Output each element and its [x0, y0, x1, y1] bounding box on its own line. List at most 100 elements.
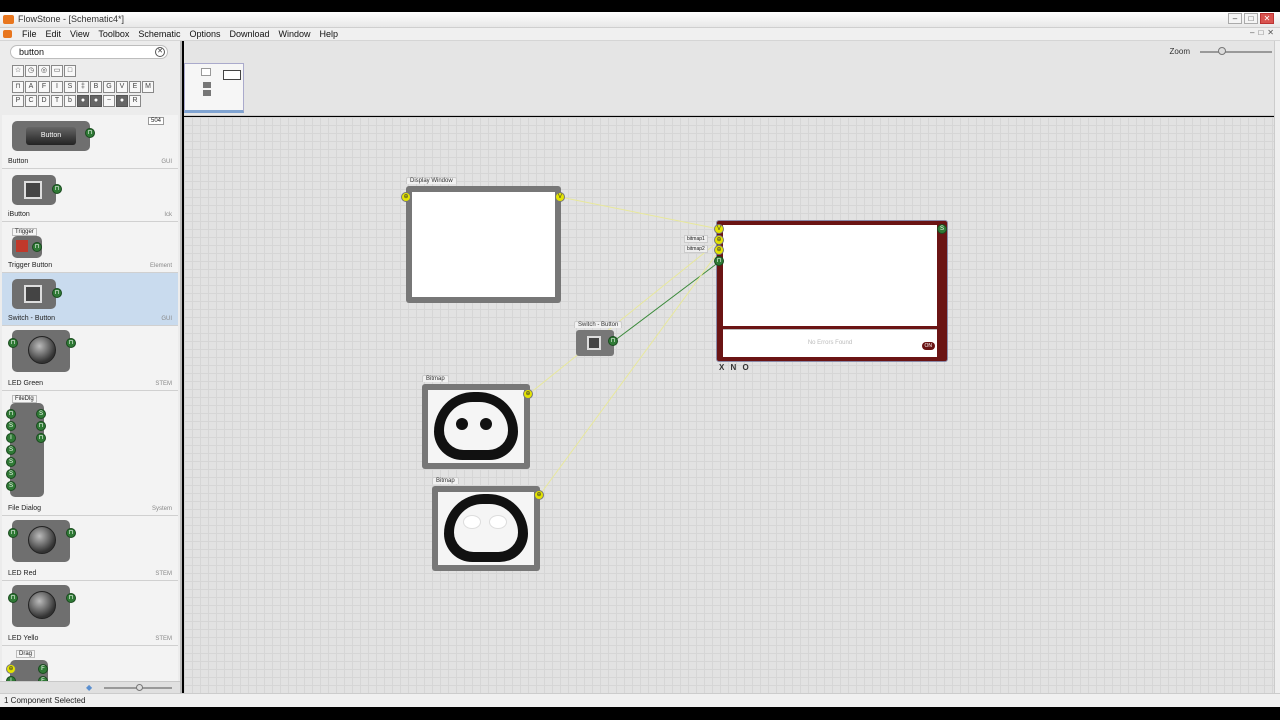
ruby-footer-controls[interactable]: X N O: [719, 363, 751, 372]
filter-r-icon[interactable]: R: [129, 95, 141, 107]
display-window-module[interactable]: [406, 186, 561, 303]
bitmap-1-output-pin-icon[interactable]: ⊕: [523, 389, 533, 399]
module-icon[interactable]: ◎: [38, 65, 50, 77]
component-led-yellow[interactable]: ⊓ ⊓ LED Yello STEM: [2, 581, 178, 646]
component-ibutton[interactable]: ⊓ iButton Ick: [2, 169, 178, 222]
led-knob-icon: [28, 526, 56, 554]
component-name: LED Yello: [8, 635, 39, 642]
clear-search-icon[interactable]: ✕: [155, 47, 165, 57]
component-button[interactable]: 504 Button ⊓ Button GUI: [2, 115, 178, 169]
ruby-bitmap2-pin-icon[interactable]: ⊕: [714, 245, 724, 255]
led-red-preview: [12, 520, 70, 562]
ruby-trigger-pin-icon[interactable]: ⊓: [714, 256, 724, 266]
bitmap-2-module[interactable]: [432, 486, 540, 571]
display-input-pin-icon[interactable]: ⊕: [401, 192, 411, 202]
maximize-button[interactable]: □: [1244, 13, 1258, 24]
filter-t-icon[interactable]: T: [51, 95, 63, 107]
filter-dot3-icon[interactable]: ●: [116, 95, 128, 107]
component-category: STEM: [155, 381, 172, 387]
filter-trigger-icon[interactable]: ⊓: [12, 81, 24, 93]
bitmap-2-output-pin-icon[interactable]: ⊕: [534, 490, 544, 500]
ruby-on-button[interactable]: ON: [921, 342, 935, 350]
favorites-icon[interactable]: ☆: [12, 65, 24, 77]
filter-gui-icon[interactable]: G: [103, 81, 115, 93]
led-yellow-preview: [12, 585, 70, 627]
component-trigger-button[interactable]: Trigger ⊓ Trigger Button Element: [2, 222, 178, 273]
component-led-red[interactable]: ⊓ ⊓ LED Red STEM: [2, 516, 178, 581]
close-button[interactable]: ✕: [1260, 13, 1274, 24]
bitmap-2-label: Bitmap: [432, 477, 459, 484]
zoom-thumb[interactable]: [1218, 47, 1226, 55]
filter-i-icon[interactable]: I: [51, 81, 63, 93]
wire-view[interactable]: [559, 196, 720, 230]
filter-bool-icon[interactable]: B: [90, 81, 102, 93]
filter-c-icon[interactable]: C: [25, 95, 37, 107]
filter-dot2-icon[interactable]: ●: [90, 95, 102, 107]
trigger-pin-icon: ⊓: [32, 242, 42, 252]
flowstone-app-icon: [3, 15, 14, 24]
filter-d-icon[interactable]: D: [38, 95, 50, 107]
ruby-view-input-pin-icon[interactable]: V: [714, 224, 724, 234]
switch-button-label: Switch - Button: [574, 321, 623, 328]
component-name: iButton: [8, 211, 30, 218]
filter-p-icon[interactable]: P: [12, 95, 24, 107]
component-switch-button[interactable]: ⊓ Switch - Button GUI: [2, 273, 178, 326]
navigator-strip: Zoom: [184, 41, 1280, 116]
doc-close-button[interactable]: ✕: [1267, 28, 1274, 37]
wire-switch[interactable]: [613, 261, 720, 342]
menu-toolbox[interactable]: Toolbox: [98, 29, 129, 39]
menu-download[interactable]: Download: [229, 29, 269, 39]
filter-m-icon[interactable]: M: [142, 81, 154, 93]
schematic-thumbnail[interactable]: [184, 63, 244, 113]
ruby-code-editor[interactable]: [723, 225, 937, 326]
filter-row-2: ⊓ A F I S ‡ B G V E M: [12, 81, 154, 93]
menu-window[interactable]: Window: [279, 29, 311, 39]
component-name: Button: [8, 158, 29, 165]
wire-bitmap2[interactable]: [538, 250, 720, 497]
trigger-preview: ⊓: [12, 236, 42, 258]
blob-face-icon: [444, 494, 528, 562]
filter-row-3: P C D T b ● ● ~ ● R: [12, 95, 141, 107]
filter-a-icon[interactable]: A: [25, 81, 37, 93]
menu-schematic[interactable]: Schematic: [138, 29, 180, 39]
filter-s-icon[interactable]: S: [64, 81, 76, 93]
frame-icon[interactable]: ▭: [51, 65, 63, 77]
vertical-scrollbar[interactable]: [1274, 41, 1280, 693]
filter-e-icon[interactable]: E: [129, 81, 141, 93]
component-category: System: [151, 506, 172, 512]
slider-thumb[interactable]: [136, 684, 143, 691]
view-output-pin-icon[interactable]: V: [555, 192, 565, 202]
recent-icon[interactable]: ◷: [25, 65, 37, 77]
preview-size-slider[interactable]: [104, 684, 172, 691]
component-category: GUI: [161, 159, 172, 165]
component-file-dialog[interactable]: FileDlg ⊓ S I S S S S S ⊓ ⊓ File Dialog …: [2, 391, 178, 516]
doc-minimize-button[interactable]: –: [1250, 28, 1254, 37]
ruby-error-pane: No Errors Found ON: [723, 329, 937, 357]
filter-row-1: ☆ ◷ ◎ ▭ □: [12, 65, 76, 77]
filter-int-icon[interactable]: ‡: [77, 81, 89, 93]
filter-f-icon[interactable]: F: [38, 81, 50, 93]
menu-options[interactable]: Options: [189, 29, 220, 39]
doc-restore-button[interactable]: □: [1258, 28, 1263, 37]
filter-b2-icon[interactable]: b: [64, 95, 76, 107]
bitmap-1-module[interactable]: [422, 384, 530, 469]
menu-view[interactable]: View: [70, 29, 89, 39]
filter-dot-icon[interactable]: ●: [77, 95, 89, 107]
display-window-label: Display Window: [406, 177, 457, 184]
search-input[interactable]: [19, 46, 149, 58]
ruby-bitmap1-pin-icon[interactable]: ⊕: [714, 235, 724, 245]
ruby-module[interactable]: No Errors Found ON: [716, 220, 948, 362]
menu-help[interactable]: Help: [320, 29, 339, 39]
minimize-button[interactable]: –: [1228, 13, 1242, 24]
menu-edit[interactable]: Edit: [46, 29, 62, 39]
component-led-green[interactable]: ⊓ ⊓ LED Green STEM: [2, 326, 178, 391]
ruby-error-text: No Errors Found: [807, 340, 853, 346]
switch-output-pin-icon[interactable]: ⊓: [608, 336, 618, 346]
zoom-slider[interactable]: [1200, 47, 1272, 55]
filter-wave-icon[interactable]: ~: [103, 95, 115, 107]
menu-file[interactable]: File: [22, 29, 37, 39]
ruby-string-output-pin-icon[interactable]: S: [937, 224, 947, 234]
filter-v-icon[interactable]: V: [116, 81, 128, 93]
blank-icon[interactable]: □: [64, 65, 76, 77]
schematic-canvas[interactable]: Display Window ⊕ V Switch - Button ⊓ Bit…: [184, 117, 1274, 693]
